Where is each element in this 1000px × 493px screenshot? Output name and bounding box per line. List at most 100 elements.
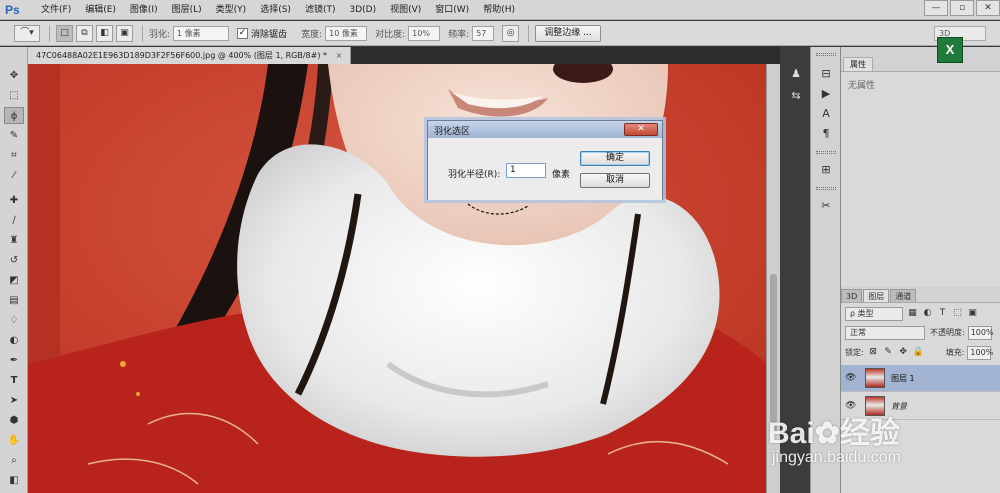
properties-panel: 属性 无属性	[840, 47, 1000, 287]
layer-row[interactable]: 👁 背景	[841, 393, 1000, 420]
marquee-tool-icon[interactable]: ⬚	[4, 87, 24, 104]
opacity-field[interactable]: 100%	[967, 325, 994, 340]
close-window-button[interactable]: ✕	[976, 0, 1000, 16]
menu-select[interactable]: 选择(S)	[253, 0, 298, 20]
eyedropper-tool-icon[interactable]: ⁄	[4, 167, 24, 184]
panel-grip[interactable]	[816, 187, 836, 190]
lock-all-icon[interactable]: 🔒	[913, 347, 924, 358]
filter-type-icon[interactable]: T	[937, 308, 948, 319]
feather-field[interactable]: 1 像素	[173, 25, 230, 41]
menu-edit[interactable]: 编辑(E)	[78, 0, 123, 20]
ok-button[interactable]: 确定	[580, 151, 650, 166]
color-swatches-icon[interactable]: ◧	[4, 472, 24, 489]
menu-image[interactable]: 图像(I)	[123, 0, 165, 20]
dodge-tool-icon[interactable]: ◐	[4, 332, 24, 349]
path-selection-tool-icon[interactable]: ➤	[4, 392, 24, 409]
scrollbar-thumb[interactable]	[770, 274, 777, 434]
contrast-field[interactable]: 10%	[408, 25, 441, 41]
layers-panel: 3D 图层 通道 ρ 类型 ▦ ◐ T ⬚ ▣ 正常 不透明度: 100% 锁定…	[840, 287, 1000, 493]
refine-edge-button[interactable]: 调整边缘 ...	[535, 24, 601, 42]
layer-thumbnail	[865, 396, 885, 416]
gradient-tool-icon[interactable]: ▤	[4, 292, 24, 309]
crop-tool-icon[interactable]: ⌗	[4, 147, 24, 164]
lock-transparent-icon[interactable]: ⊠	[868, 347, 879, 358]
tab-channels[interactable]: 通道	[890, 289, 917, 302]
adjust-panel-icon[interactable]: ⇆	[786, 87, 806, 104]
eraser-tool-icon[interactable]: ◩	[4, 272, 24, 289]
brush-presets-panel-icon[interactable]: ⊞	[816, 161, 836, 178]
blur-tool-icon[interactable]: ♢	[4, 312, 24, 329]
tab-layers[interactable]: 图层	[863, 289, 890, 302]
pen-tool-icon[interactable]: ✒	[4, 352, 24, 369]
filter-smart-object-icon[interactable]: ▣	[967, 308, 978, 319]
feather-radius-input[interactable]: 1	[506, 163, 546, 178]
layer-row[interactable]: 👁 图层 1	[841, 365, 1000, 392]
brush-tool-icon[interactable]: ∕	[4, 212, 24, 229]
frequency-field[interactable]: 57	[472, 25, 495, 41]
move-tool-icon[interactable]: ✥	[4, 67, 24, 84]
properties-tab[interactable]: 属性	[843, 57, 873, 71]
subtract-selection-icon[interactable]: ◧	[96, 24, 113, 42]
antialias-checkbox[interactable]: ✓	[237, 27, 249, 39]
panel-grip[interactable]	[816, 53, 836, 56]
menu-3d[interactable]: 3D(D)	[342, 0, 383, 20]
excel-icon[interactable]: X	[937, 37, 963, 63]
width-field[interactable]: 10 像素	[325, 25, 368, 41]
zoom-tool-icon[interactable]: ⌕	[4, 452, 24, 469]
layer-name: 背景	[891, 402, 907, 411]
restore-button[interactable]: ▫	[950, 0, 974, 16]
character-panel-icon[interactable]: A	[816, 105, 836, 122]
new-selection-icon[interactable]: □	[56, 24, 73, 42]
menu-view[interactable]: 视图(V)	[383, 0, 428, 20]
fill-field[interactable]: 100%	[967, 345, 993, 360]
cancel-button[interactable]: 取消	[580, 173, 650, 188]
paragraph-panel-icon[interactable]: ¶	[816, 125, 836, 142]
dialog-titlebar[interactable]: 羽化选区 ✕	[428, 121, 662, 138]
lock-position-icon[interactable]: ✥	[898, 347, 909, 358]
document-tab-bar: 47C06488A02E1E963D189D3F2F56F600.jpg @ 4…	[28, 47, 780, 64]
history-brush-tool-icon[interactable]: ↺	[4, 252, 24, 269]
shape-tool-icon[interactable]: ⬢	[4, 412, 24, 429]
menu-window[interactable]: 窗口(W)	[428, 0, 476, 20]
menu-filter[interactable]: 滤镜(T)	[298, 0, 343, 20]
icon-panel-strip: ⊟ ▶ A ¶ ⊞ ✂ ♟ ⇆	[791, 47, 840, 493]
layer-name: 图层 1	[891, 374, 915, 383]
panel-grip[interactable]	[816, 151, 836, 154]
actions-panel-icon[interactable]: ▶	[816, 85, 836, 102]
hand-tool-icon[interactable]: ✋	[4, 432, 24, 449]
feather-label: 羽化:	[149, 29, 171, 40]
add-selection-icon[interactable]: ⧉	[76, 24, 93, 42]
tool-preset-icon[interactable]: ⌒▾	[14, 24, 40, 42]
tab-3d[interactable]: 3D	[841, 289, 863, 302]
menu-type[interactable]: 类型(Y)	[209, 0, 254, 20]
healing-brush-tool-icon[interactable]: ✚	[4, 192, 24, 209]
menu-file[interactable]: 文件(F)	[34, 0, 78, 20]
document-tab[interactable]: 47C06488A02E1E963D189D3F2F56F600.jpg @ 4…	[28, 47, 352, 64]
clone-stamp-tool-icon[interactable]: ♜	[4, 232, 24, 249]
lock-pixels-icon[interactable]: ✎	[883, 347, 894, 358]
vertical-scrollbar[interactable]	[766, 64, 780, 493]
tool-presets-panel-icon[interactable]: ✂	[816, 197, 836, 214]
filter-shape-icon[interactable]: ⬚	[952, 308, 963, 319]
menu-help[interactable]: 帮助(H)	[476, 0, 522, 20]
intersect-selection-icon[interactable]: ▣	[116, 24, 133, 42]
divider	[528, 24, 530, 42]
filter-pixel-icon[interactable]: ▦	[907, 308, 918, 319]
blend-mode-select[interactable]: 正常	[845, 325, 925, 340]
toolbox: ✥ ⬚ ϕ ✎ ⌗ ⁄ ✚ ∕ ♜ ↺ ◩ ▤ ♢ ◐ ✒ T ➤ ⬢ ✋ ⌕ …	[0, 47, 28, 493]
brush-panel-icon[interactable]: ♟	[786, 65, 806, 82]
history-panel-icon[interactable]: ⊟	[816, 65, 836, 82]
eye-icon[interactable]: 👁	[845, 401, 857, 411]
eye-icon[interactable]: 👁	[845, 373, 857, 383]
filter-adjustment-icon[interactable]: ◐	[922, 308, 933, 319]
feather-selection-dialog: 羽化选区 ✕ 羽化半径(R): 1 像素 确定 取消	[427, 120, 663, 200]
menu-layer[interactable]: 图层(L)	[165, 0, 209, 20]
close-icon[interactable]: ×	[336, 51, 343, 60]
pen-pressure-icon[interactable]: ◎	[502, 24, 520, 42]
dialog-close-icon[interactable]: ✕	[624, 123, 658, 136]
layer-filter-select[interactable]: ρ 类型	[845, 306, 903, 321]
minimize-button[interactable]: —	[924, 0, 948, 16]
type-tool-icon[interactable]: T	[4, 372, 24, 389]
lasso-tool-icon[interactable]: ϕ	[4, 107, 24, 124]
quick-selection-tool-icon[interactable]: ✎	[4, 127, 24, 144]
